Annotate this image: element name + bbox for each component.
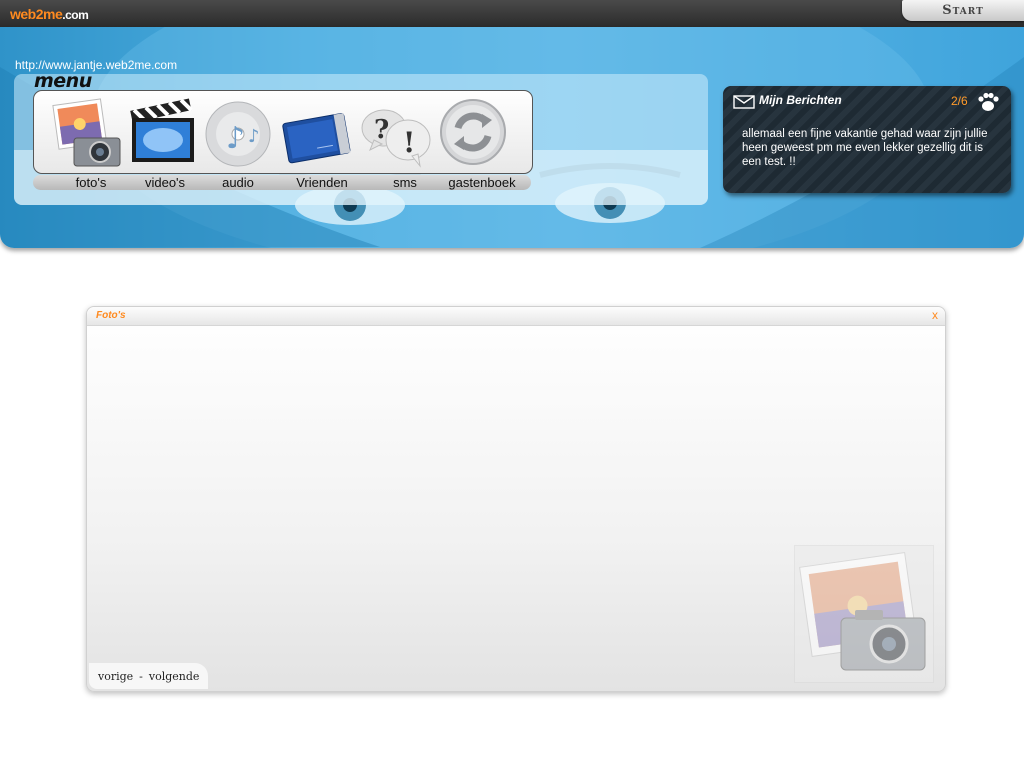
svg-text:!: ! xyxy=(403,126,415,159)
menu-item-vrienden[interactable] xyxy=(281,100,353,178)
pagination-separator: - xyxy=(139,669,143,683)
paw-icon[interactable] xyxy=(977,92,999,112)
question-exclamation-icon: ? ! xyxy=(361,109,431,168)
photos-window-title: Foto's xyxy=(96,310,126,321)
site-logo[interactable]: web2me.com xyxy=(10,6,89,22)
menu-label-videos[interactable]: video's xyxy=(125,175,205,190)
menu-title: menu xyxy=(34,70,92,92)
svg-text:♪: ♪ xyxy=(248,126,260,147)
photos-window-header: Foto's x xyxy=(87,307,945,326)
photo-thumbnail[interactable] xyxy=(794,545,934,683)
message-text: allemaal een fijne vakantie gehad waar z… xyxy=(742,128,988,168)
music-disc-icon: ♪ ♪ xyxy=(205,101,271,167)
menu-label-audio[interactable]: audio xyxy=(198,175,278,190)
top-bar: web2me.com Start xyxy=(0,0,1024,27)
clapperboard-icon xyxy=(130,98,194,162)
menu-label-sms[interactable]: sms xyxy=(365,175,445,190)
photo-camera-icon xyxy=(799,552,926,671)
menu-label-vrienden[interactable]: Vrienden xyxy=(282,175,362,190)
messages-count: 2/6 xyxy=(951,94,968,108)
previous-link[interactable]: vorige xyxy=(98,670,133,683)
photo-camera-icon xyxy=(52,98,121,167)
messages-header: Mijn Berichten 2/6 xyxy=(733,92,1003,112)
photos-window: Foto's x vorige - volgende xyxy=(86,306,946,692)
menu-item-videos[interactable] xyxy=(128,96,200,174)
messages-title[interactable]: Mijn Berichten xyxy=(759,93,842,107)
menu-item-fotos[interactable] xyxy=(50,96,122,174)
pagination: vorige - volgende xyxy=(89,663,209,689)
logo-main: web2me xyxy=(10,6,63,22)
menu-label-gastenboek[interactable]: gastenboek xyxy=(442,175,522,190)
address-book-icon xyxy=(282,113,351,164)
start-button[interactable]: Start xyxy=(902,0,1024,21)
menu-item-audio[interactable]: ♪ ♪ xyxy=(204,96,276,174)
messages-panel: Mijn Berichten 2/6 allemaal een fijne va… xyxy=(723,86,1011,193)
menu-item-sms[interactable]: ? ! xyxy=(360,100,432,178)
logo-suffix: com xyxy=(65,8,89,22)
close-button[interactable]: x xyxy=(932,308,938,322)
envelope-icon xyxy=(733,95,755,109)
svg-text:♪: ♪ xyxy=(226,121,245,156)
refresh-icon xyxy=(440,99,506,165)
next-link[interactable]: volgende xyxy=(149,670,200,683)
menu-item-gastenboek[interactable] xyxy=(440,96,512,174)
menu-label-fotos[interactable]: foto's xyxy=(51,175,131,190)
